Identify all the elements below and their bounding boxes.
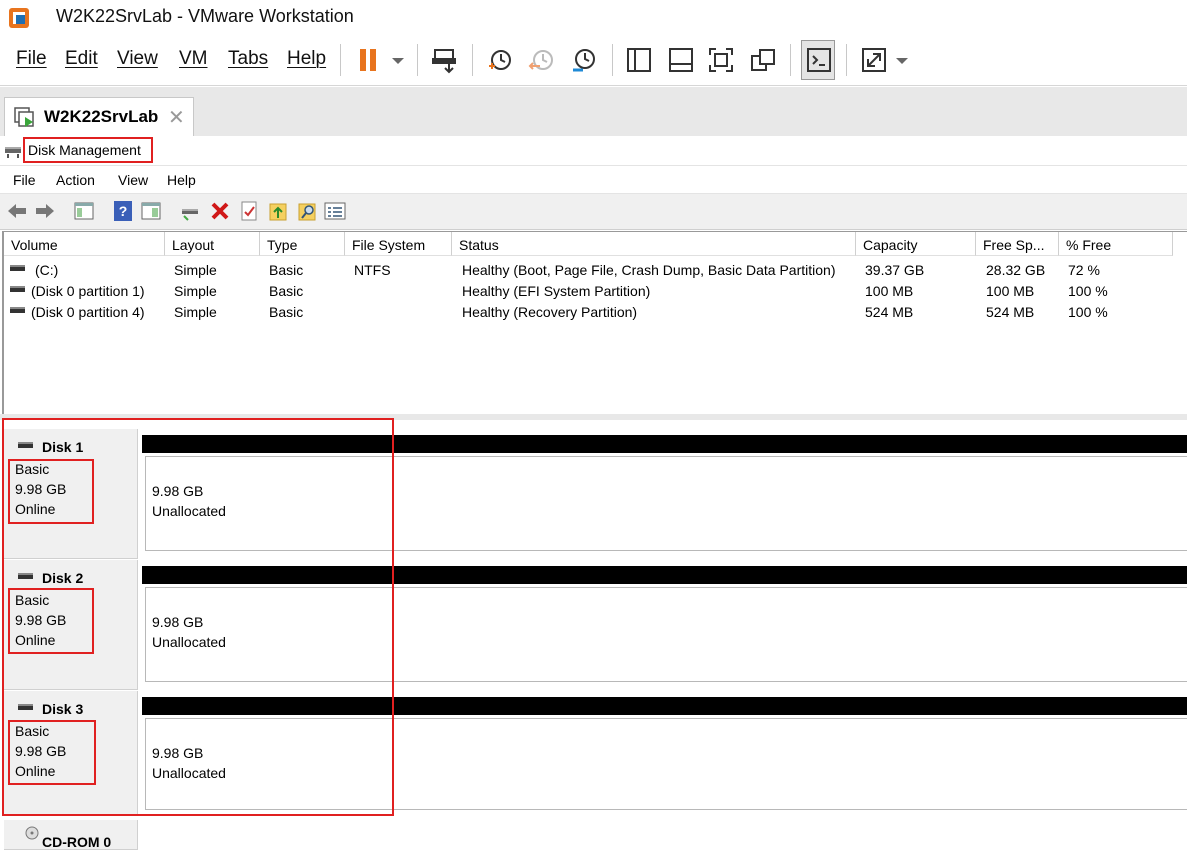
console-icon [807, 48, 831, 72]
disk-management-toolbar: ? [0, 194, 1187, 230]
volume-type: Basic [269, 304, 304, 320]
console-view-button[interactable] [801, 40, 835, 80]
pause-icon[interactable] [354, 46, 382, 74]
volume-capacity: 524 MB [865, 304, 914, 320]
search-folder-icon[interactable] [297, 200, 317, 222]
volume-status: Healthy (Recovery Partition) [462, 304, 638, 320]
column-header-type[interactable]: Type [260, 232, 345, 256]
column-header-percent-free[interactable]: % Free [1059, 232, 1173, 256]
dm-menu-action[interactable]: Action [56, 172, 95, 188]
highlight-box [8, 588, 94, 654]
menu-tabs[interactable]: Tabs [228, 48, 268, 70]
revert-snapshot-icon[interactable] [528, 46, 556, 74]
volume-capacity: 39.37 GB [865, 262, 925, 278]
volume-pct-free: 72 % [1068, 262, 1100, 278]
volume-name[interactable]: (Disk 0 partition 1) [31, 283, 145, 299]
menu-file[interactable]: File [16, 48, 47, 70]
toolbar-separator [846, 44, 847, 76]
chevron-down-icon[interactable] [888, 46, 916, 74]
menu-view[interactable]: View [117, 48, 158, 70]
help-icon[interactable]: ? [113, 200, 133, 222]
volume-layout: Simple [174, 304, 217, 320]
window-titlebar: W2K22SrvLab - VMware Workstation [0, 0, 1187, 34]
menu-help[interactable]: Help [287, 48, 326, 70]
cdrom-0-label[interactable]: CD-ROM 0 [4, 820, 138, 850]
menu-edit[interactable]: Edit [65, 48, 98, 70]
cdrom-icon [25, 826, 39, 840]
volume-layout: Simple [174, 262, 217, 278]
vmware-logo-icon [9, 8, 29, 28]
volume-fs: NTFS [354, 262, 391, 278]
window-title: W2K22SrvLab - VMware Workstation [56, 6, 354, 26]
toolbar-separator [340, 44, 341, 76]
volume-free: 100 MB [986, 283, 1035, 299]
thumbnail-view-icon[interactable] [667, 46, 695, 74]
toolbar-separator [417, 44, 418, 76]
close-icon[interactable]: ✕ [168, 105, 185, 130]
snapshot-icon[interactable] [486, 46, 514, 74]
console-tree-icon[interactable] [74, 201, 94, 221]
volume-capacity: 100 MB [865, 283, 914, 299]
menu-vm[interactable]: VM [179, 48, 208, 70]
vm-running-icon [14, 107, 34, 127]
volume-drive-icon [10, 265, 25, 271]
volume-pct-free: 100 % [1068, 283, 1108, 299]
toolbar-separator [472, 44, 473, 76]
svg-text:?: ? [119, 203, 128, 219]
unity-icon[interactable] [749, 46, 777, 74]
toolbar-separator [790, 44, 791, 76]
disk-management-menubar: File Action View Help [0, 167, 1187, 194]
stretch-guest-icon[interactable] [860, 46, 888, 74]
properties-pane-icon[interactable] [141, 201, 161, 221]
volume-free: 28.32 GB [986, 262, 1046, 278]
check-properties-icon[interactable] [239, 200, 259, 222]
send-ctrl-alt-del-icon[interactable] [431, 46, 459, 74]
volume-name[interactable]: (C:) [35, 262, 58, 278]
column-header-file-system[interactable]: File System [345, 232, 452, 256]
snapshot-manager-icon[interactable] [570, 46, 598, 74]
highlight-box [8, 459, 94, 524]
dm-menu-view[interactable]: View [118, 172, 148, 188]
column-header-layout[interactable]: Layout [165, 232, 260, 256]
volume-drive-icon [10, 307, 25, 313]
column-header-status[interactable]: Status [452, 232, 856, 256]
cdrom-name: CD-ROM 0 [42, 834, 112, 850]
back-arrow-icon[interactable] [6, 202, 28, 220]
highlight-box [23, 137, 153, 163]
tab-label: W2K22SrvLab [44, 107, 159, 126]
column-header-volume[interactable]: Volume [4, 232, 165, 256]
library-view-icon[interactable] [625, 46, 653, 74]
volume-list: Volume Layout Type File System Status Ca… [2, 231, 1187, 414]
volume-layout: Simple [174, 283, 217, 299]
volume-type: Basic [269, 262, 304, 278]
column-header-capacity[interactable]: Capacity [856, 232, 976, 256]
volume-free: 524 MB [986, 304, 1035, 320]
toolbar-separator [612, 44, 613, 76]
delete-icon[interactable] [209, 200, 231, 222]
connect-disk-icon[interactable] [180, 201, 202, 221]
volume-status: Healthy (EFI System Partition) [462, 283, 651, 299]
disk-management-icon [5, 147, 21, 158]
dm-menu-file[interactable]: File [13, 172, 36, 188]
volume-drive-icon [10, 286, 25, 292]
up-folder-icon[interactable] [268, 200, 288, 222]
vmware-menubar: File Edit View VM Tabs Help [0, 34, 1187, 86]
volume-pct-free: 100 % [1068, 304, 1108, 320]
highlight-box [8, 720, 96, 785]
vm-tab-strip: W2K22SrvLab ✕ [0, 87, 1187, 136]
volume-name[interactable]: (Disk 0 partition 4) [31, 304, 145, 320]
volume-type: Basic [269, 283, 304, 299]
settings-list-icon[interactable] [324, 201, 346, 221]
disk-management-titlebar: Disk Management [0, 136, 1187, 166]
forward-arrow-icon[interactable] [34, 202, 56, 220]
dm-menu-help[interactable]: Help [167, 172, 196, 188]
tab-w2k22srvlab[interactable]: W2K22SrvLab ✕ [4, 97, 194, 136]
volume-status: Healthy (Boot, Page File, Crash Dump, Ba… [462, 262, 836, 278]
column-header-free-space[interactable]: Free Sp... [976, 232, 1059, 256]
full-screen-icon[interactable] [707, 46, 735, 74]
chevron-down-icon[interactable] [384, 46, 412, 74]
